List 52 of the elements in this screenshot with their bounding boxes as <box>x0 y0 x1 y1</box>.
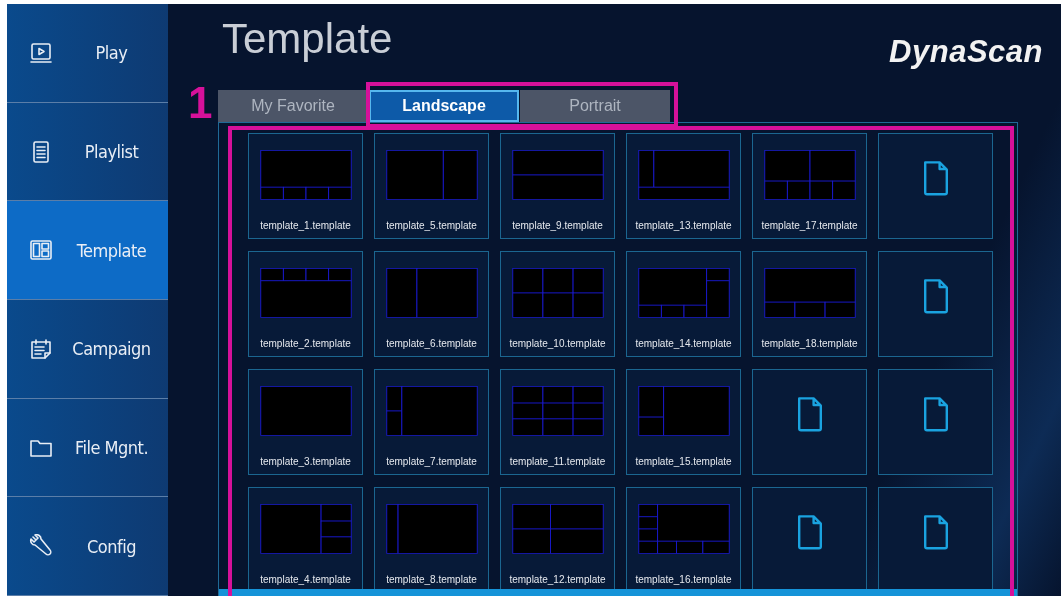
template-card[interactable]: template_17.template <box>752 133 867 239</box>
template-card[interactable]: template_9.template <box>500 133 615 239</box>
template-name: template_18.template <box>761 338 858 349</box>
template-card[interactable]: template_2.template <box>248 251 363 357</box>
template-card[interactable]: template_18.template <box>752 251 867 357</box>
template-name: template_16.template <box>635 574 732 585</box>
template-name: template_17.template <box>761 220 858 231</box>
template-card[interactable]: template_10.template <box>500 251 615 357</box>
scroll-bar[interactable] <box>219 589 1017 596</box>
template-name: template_11.template <box>509 456 606 467</box>
template-name: template_10.template <box>509 338 606 349</box>
template-name: template_9.template <box>512 220 603 231</box>
template-card[interactable] <box>878 251 993 357</box>
template-name: template_3.template <box>260 456 351 467</box>
template-card[interactable]: template_14.template <box>626 251 741 357</box>
template-card[interactable]: template_15.template <box>626 369 741 475</box>
template-name: template_14.template <box>635 338 732 349</box>
template-name: template_8.template <box>386 574 477 585</box>
sidebar-item[interactable]: Play <box>7 4 168 103</box>
template-name: template_7.template <box>386 456 477 467</box>
tab[interactable]: My Favorite <box>218 90 368 122</box>
layout-icon <box>29 238 53 263</box>
sidebar-item[interactable]: Playlist <box>7 102 168 202</box>
template-name: template_6.template <box>386 338 477 349</box>
template-card[interactable]: template_7.template <box>374 369 489 475</box>
template-name: template_13.template <box>635 220 732 231</box>
sidebar-item[interactable]: Config <box>7 497 168 596</box>
template-card[interactable]: template_1.template <box>248 133 363 239</box>
template-card[interactable]: template_3.template <box>248 369 363 475</box>
play-screen-icon <box>29 40 53 65</box>
template-card[interactable]: template_11.template <box>500 369 615 475</box>
template-card[interactable]: template_5.template <box>374 133 489 239</box>
template-name: template_1.template <box>260 220 351 231</box>
template-name: template_12.template <box>509 574 606 585</box>
template-card[interactable] <box>752 369 867 475</box>
template-card[interactable]: template_13.template <box>626 133 741 239</box>
template-name: template_15.template <box>635 456 732 467</box>
page-title: Template <box>222 14 393 64</box>
template-card[interactable] <box>878 369 993 475</box>
sidebar-item[interactable]: File Mgnt. <box>7 398 168 498</box>
sidebar-item[interactable]: Campaign <box>7 300 168 399</box>
sidebar-item[interactable]: Template <box>7 201 168 300</box>
tab[interactable]: Portrait <box>520 90 670 122</box>
step-number: 1 <box>188 78 213 128</box>
logo: DynaScan <box>889 34 1043 70</box>
template-card[interactable] <box>878 133 993 239</box>
template-name: template_5.template <box>386 220 477 231</box>
template-card[interactable]: template_6.template <box>374 251 489 357</box>
template-name: template_2.template <box>260 338 351 349</box>
template-name: template_4.template <box>260 574 351 585</box>
calendar-icon <box>29 336 53 361</box>
tab[interactable]: Landscape <box>369 90 519 122</box>
